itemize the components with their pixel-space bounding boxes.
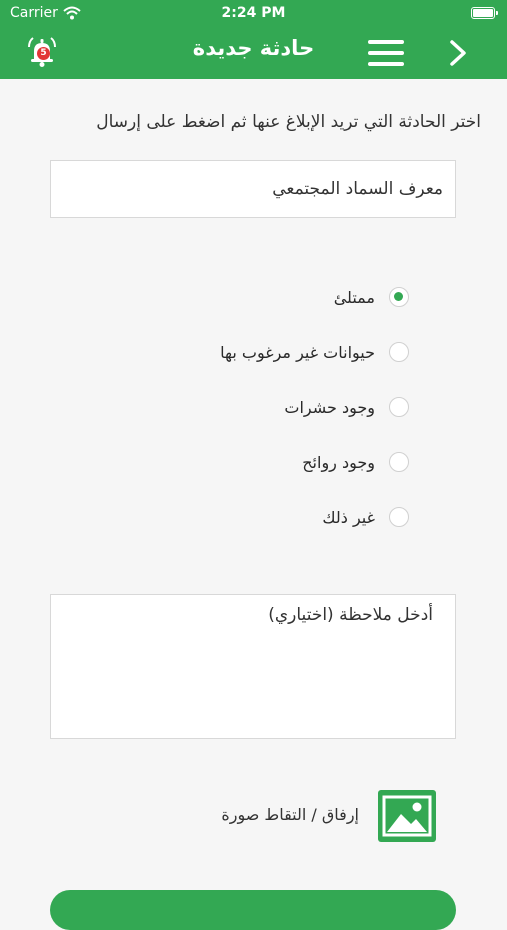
note-placeholder: أدخل ملاحظة (اختياري) [268,605,433,625]
radio-option-other[interactable]: غير ذلك [322,504,409,530]
radio-button[interactable] [389,507,409,527]
radio-label: ممتلئ [333,287,375,307]
location-select-value: معرف السماد المجتمعي [272,179,443,199]
battery-icon [471,7,498,19]
attach-photo-label[interactable]: إرفاق / التقاط صورة [221,805,359,824]
image-icon[interactable] [378,790,436,842]
menu-icon[interactable] [368,40,404,66]
chevron-right-icon[interactable] [446,38,470,68]
status-bar: Carrier 2:24 PM [0,0,507,28]
radio-label: غير ذلك [322,507,375,527]
radio-button[interactable] [389,287,409,307]
radio-label: وجود حشرات [284,397,375,417]
radio-label: حيوانات غير مرغوب بها [220,342,375,362]
location-select[interactable]: معرف السماد المجتمعي [50,160,456,218]
radio-button[interactable] [389,342,409,362]
radio-option-odors[interactable]: وجود روائح [302,449,409,475]
radio-label: وجود روائح [302,452,375,472]
submit-button[interactable] [50,890,456,930]
radio-button[interactable] [389,452,409,472]
page-title: حادثة جديدة [192,36,315,60]
radio-option-insects[interactable]: وجود حشرات [284,394,409,420]
status-time: 2:24 PM [221,5,286,21]
instruction-text: اختر الحادثة التي تريد الإبلاغ عنها ثم ا… [96,112,481,132]
note-textarea[interactable]: أدخل ملاحظة (اختياري) [50,594,456,739]
radio-option-full[interactable]: ممتلئ [334,284,409,310]
radio-option-animals[interactable]: حيوانات غير مرغوب بها [220,339,409,365]
radio-button[interactable] [389,397,409,417]
